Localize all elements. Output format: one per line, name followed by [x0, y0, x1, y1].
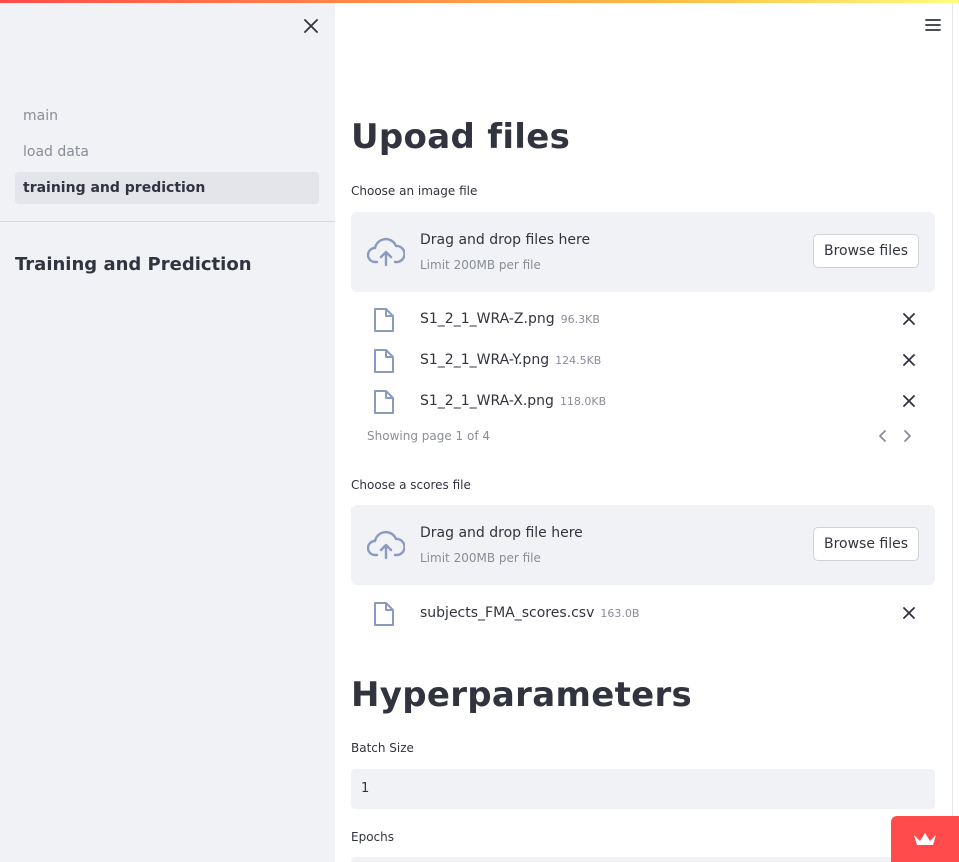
file-size: 163.0B	[600, 607, 640, 620]
file-icon	[373, 348, 395, 374]
dropzone-title: Drag and drop files here	[420, 232, 591, 248]
dropzone-title: Drag and drop file here	[420, 525, 583, 541]
page-title: Upoad files	[351, 117, 571, 157]
file-name: S1_2_1_WRA-Y.png 124.5KB	[420, 352, 601, 368]
sidebar-item-training-and-prediction[interactable]: training and prediction	[15, 172, 319, 204]
file-name-text: S1_2_1_WRA-Z.png	[420, 311, 555, 327]
epochs-label: Epochs	[351, 830, 394, 844]
top-decoration-bar	[0, 0, 959, 3]
cloud-upload-icon	[366, 236, 406, 268]
remove-file-icon[interactable]	[900, 604, 918, 622]
file-icon	[373, 389, 395, 415]
file-size: 124.5KB	[555, 354, 602, 367]
chevron-left-icon[interactable]	[875, 428, 891, 444]
remove-file-icon[interactable]	[900, 351, 918, 369]
uploaded-file-row: S1_2_1_WRA-X.png 118.0KB	[351, 383, 935, 419]
scores-uploader-label: Choose a scores file	[351, 478, 471, 492]
pagination-status: Showing page 1 of 4	[367, 429, 490, 443]
scores-dropzone[interactable]: Drag and drop file here Limit 200MB per …	[351, 505, 935, 585]
sidebar-title: Training and Prediction	[15, 254, 252, 275]
scrollbar-track[interactable]	[952, 0, 959, 862]
batch-size-label: Batch Size	[351, 741, 414, 755]
main-content: Upoad files Choose an image file Drag an…	[335, 0, 959, 862]
batch-size-input[interactable]: 1	[351, 769, 935, 809]
file-name: S1_2_1_WRA-Z.png 96.3KB	[420, 311, 600, 327]
browse-files-button[interactable]: Browse files	[813, 234, 919, 268]
file-icon	[373, 601, 395, 627]
remove-file-icon[interactable]	[900, 310, 918, 328]
dropzone-limit: Limit 200MB per file	[420, 258, 541, 272]
crown-icon	[914, 833, 936, 845]
hyperparameters-heading: Hyperparameters	[351, 675, 693, 715]
file-name-text: subjects_FMA_scores.csv	[420, 605, 595, 621]
streamlit-crown-button[interactable]	[891, 816, 959, 862]
uploaded-file-row: subjects_FMA_scores.csv 163.0B	[351, 595, 935, 631]
uploaded-file-row: S1_2_1_WRA-Y.png 124.5KB	[351, 342, 935, 378]
dropzone-limit: Limit 200MB per file	[420, 551, 541, 565]
sidebar-nav: main load data training and prediction	[15, 100, 319, 208]
chevron-right-icon[interactable]	[899, 428, 915, 444]
file-icon	[373, 307, 395, 333]
file-size: 96.3KB	[560, 313, 600, 326]
browse-files-button[interactable]: Browse files	[813, 527, 919, 561]
close-icon[interactable]	[300, 15, 322, 37]
image-uploader-label: Choose an image file	[351, 184, 478, 198]
cloud-upload-icon	[366, 529, 406, 561]
sidebar-divider	[0, 221, 335, 222]
remove-file-icon[interactable]	[900, 392, 918, 410]
sidebar: main load data training and prediction T…	[0, 0, 335, 862]
uploaded-file-row: S1_2_1_WRA-Z.png 96.3KB	[351, 301, 935, 337]
sidebar-item-main[interactable]: main	[15, 100, 319, 132]
image-dropzone[interactable]: Drag and drop files here Limit 200MB per…	[351, 212, 935, 292]
file-size: 118.0KB	[559, 395, 607, 408]
file-name-text: S1_2_1_WRA-Y.png	[420, 352, 550, 368]
sidebar-item-load-data[interactable]: load data	[15, 136, 319, 168]
hamburger-menu-icon[interactable]	[923, 16, 943, 34]
file-name: S1_2_1_WRA-X.png 118.0KB	[420, 393, 606, 409]
file-name-text: S1_2_1_WRA-X.png	[420, 393, 554, 409]
epochs-input[interactable]	[351, 857, 935, 862]
file-name: subjects_FMA_scores.csv 163.0B	[420, 605, 639, 621]
